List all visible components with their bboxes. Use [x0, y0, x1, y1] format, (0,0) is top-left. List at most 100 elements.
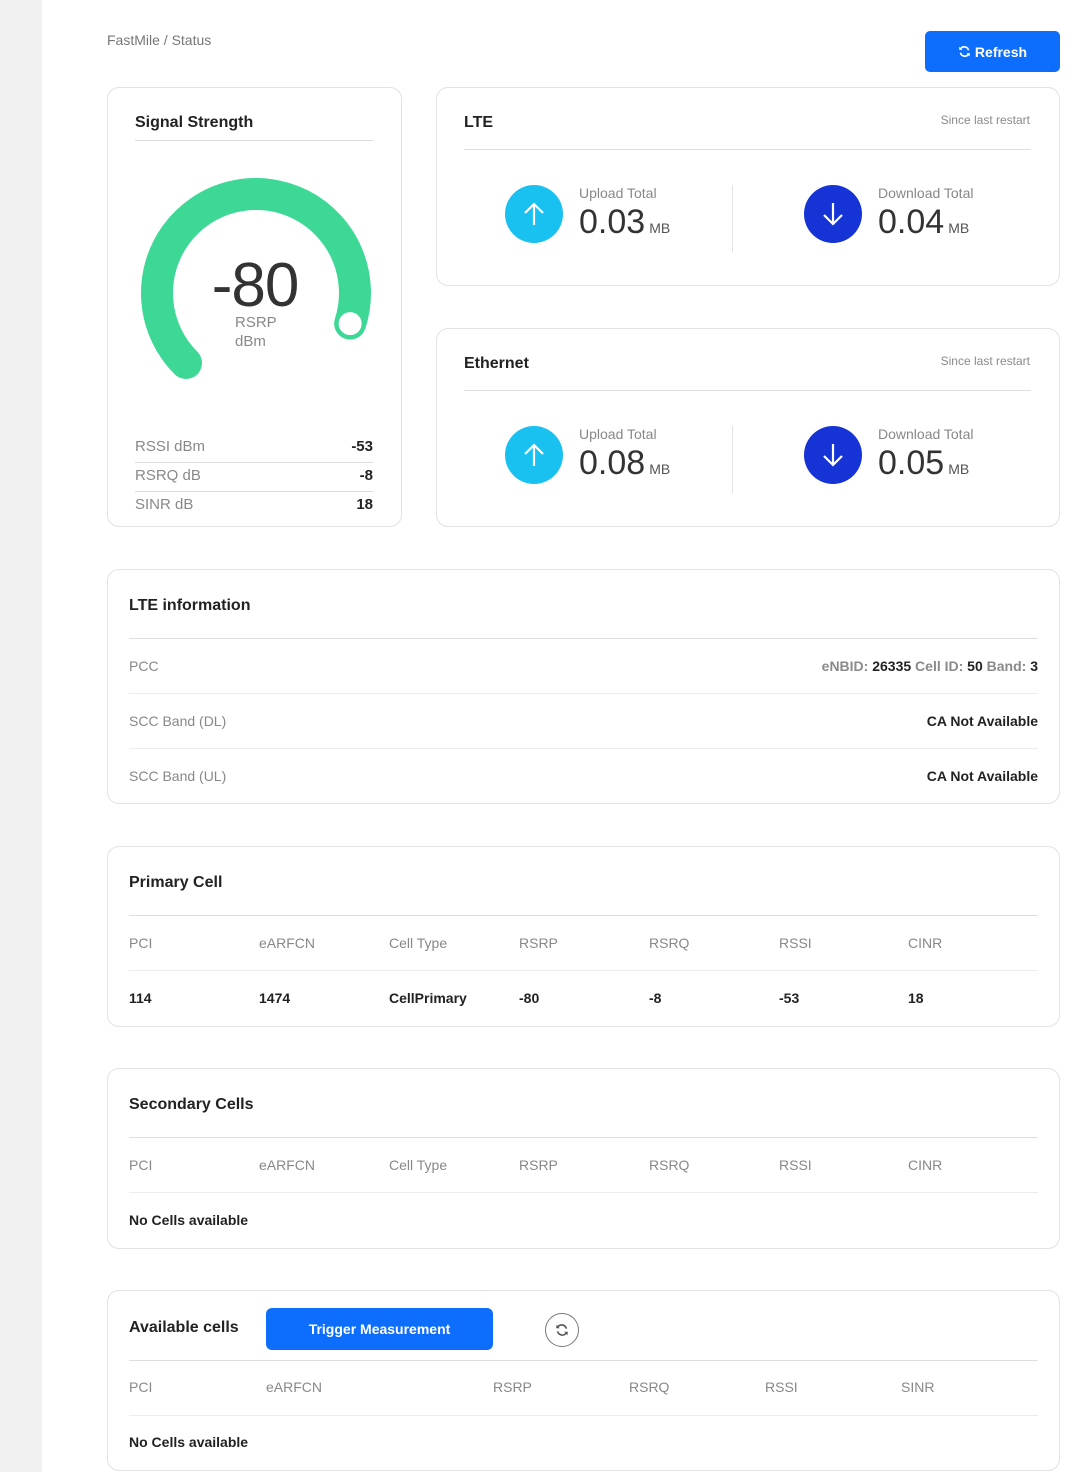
rsrp-label: RSRP	[235, 314, 277, 331]
scc-dl-row: SCC Band (DL) CA Not Available	[129, 694, 1038, 749]
lte-download-total: Download Total 0.04 MB	[804, 185, 1080, 255]
ethernet-download-total: Download Total 0.05 MB	[804, 426, 1080, 496]
cell-type: CellPrimary	[389, 990, 467, 1006]
available-cells-title: Available cells	[129, 1319, 239, 1336]
lte-upload-number: 0.03	[579, 203, 646, 241]
pcc-cellid-value: 50	[967, 658, 983, 674]
refresh-icon	[556, 1324, 568, 1336]
scc-ul-row: SCC Band (UL) CA Not Available	[129, 749, 1038, 804]
secondary-cells-title: Secondary Cells	[129, 1096, 254, 1113]
cell-pci: 114	[129, 990, 152, 1006]
sinr-label: SINR dB	[135, 496, 194, 513]
col-header-pci: PCI	[129, 1379, 153, 1395]
ethernet-traffic-title: Ethernet	[464, 355, 529, 372]
scc-dl-value: CA Not Available	[926, 713, 1038, 729]
col-header-rssi: RSSI	[765, 1379, 798, 1395]
col-header-rsrq: RSRQ	[629, 1379, 670, 1395]
ethernet-download-label: Download Total	[878, 426, 974, 442]
col-header-rsrp: RSRP	[493, 1379, 532, 1395]
pcc-band-label: Band:	[986, 658, 1027, 674]
upload-arrow-icon	[505, 426, 563, 484]
trigger-measurement-button[interactable]: Trigger Measurement	[266, 1308, 493, 1350]
scc-dl-label: SCC Band (DL)	[129, 713, 227, 729]
col-header-rssi: RSSI	[779, 1157, 812, 1173]
sinr-value: 18	[356, 496, 373, 513]
primary-cell-card: Primary Cell PCI eARFCN Cell Type RSRP R…	[107, 846, 1060, 1027]
cell-cinr: 18	[908, 990, 924, 1006]
signal-strength-divider	[135, 140, 373, 141]
ethernet-since-label: Since last restart	[940, 354, 1030, 368]
lte-upload-label: Upload Total	[579, 185, 657, 201]
lte-traffic-separator	[732, 185, 733, 252]
sinr-row: SINR dB 18	[135, 492, 373, 521]
signal-strength-title: Signal Strength	[135, 114, 254, 131]
rsrq-row: RSRQ dB -8	[135, 463, 373, 492]
available-cells-divider	[129, 1360, 1038, 1361]
lte-download-number: 0.04	[878, 203, 945, 241]
cell-rsrq: -8	[649, 990, 662, 1006]
pcc-enbid-label: eNBID:	[821, 658, 869, 674]
ethernet-upload-unit: MB	[649, 461, 671, 477]
secondary-cells-header-divider	[129, 1192, 1038, 1193]
breadcrumb: FastMile / Status	[107, 32, 212, 48]
lte-upload-value: 0.03 MB	[579, 203, 670, 242]
primary-cell-divider	[129, 915, 1038, 916]
primary-cell-header-divider	[129, 970, 1038, 971]
cell-earfcn: 1474	[259, 990, 291, 1006]
col-header-cinr: CINR	[908, 1157, 943, 1173]
secondary-cells-card: Secondary Cells PCI eARFCN Cell Type RSR…	[107, 1068, 1060, 1249]
ethernet-upload-label: Upload Total	[579, 426, 657, 442]
rssi-label: RSSI dBm	[135, 438, 206, 455]
upload-arrow-icon	[505, 185, 563, 243]
pcc-cellid-label: Cell ID:	[915, 658, 964, 674]
col-header-rsrp: RSRP	[519, 935, 558, 951]
ethernet-download-number: 0.05	[878, 444, 945, 482]
refresh-icon	[959, 46, 970, 57]
lte-since-label: Since last restart	[940, 113, 1030, 127]
pcc-row: PCC eNBID: 26335 Cell ID: 50 Band: 3	[129, 639, 1038, 694]
lte-upload-total: Upload Total 0.03 MB	[505, 185, 785, 255]
download-arrow-icon	[804, 426, 862, 484]
col-header-rssi: RSSI	[779, 935, 812, 951]
pcc-band-value: 3	[1030, 658, 1038, 674]
col-header-rsrq: RSRQ	[649, 935, 690, 951]
available-cells-header-divider	[129, 1415, 1038, 1416]
available-cells-card: Available cells Trigger Measurement PCI …	[107, 1290, 1060, 1471]
cell-rssi: -53	[779, 990, 800, 1006]
rsrp-unit: dBm	[235, 333, 266, 350]
ethernet-traffic-divider	[464, 390, 1031, 391]
sidebar	[0, 0, 42, 1472]
col-header-pci: PCI	[129, 1157, 153, 1173]
col-header-earfcn: eARFCN	[266, 1379, 323, 1395]
signal-strength-card: Signal Strength -80 RSRP dBm RSSI dBm -5…	[107, 87, 402, 527]
ethernet-traffic-separator	[732, 426, 733, 493]
secondary-cells-divider	[129, 1137, 1038, 1138]
primary-cell-title: Primary Cell	[129, 874, 223, 891]
ethernet-download-value: 0.05 MB	[878, 444, 969, 483]
ethernet-upload-value: 0.08 MB	[579, 444, 670, 483]
scc-ul-value: CA Not Available	[926, 768, 1038, 784]
col-header-earfcn: eARFCN	[259, 1157, 316, 1173]
refresh-button-label: Refresh	[974, 43, 1028, 60]
lte-information-title: LTE information	[129, 597, 251, 614]
ethernet-download-unit: MB	[948, 461, 970, 477]
cell-rsrp: -80	[519, 990, 540, 1006]
rsrp-value: -80	[211, 251, 300, 320]
col-header-cell-type: Cell Type	[389, 1157, 448, 1173]
lte-download-label: Download Total	[878, 185, 974, 201]
ethernet-traffic-card: Ethernet Since last restart Upload Total…	[436, 328, 1060, 527]
scc-ul-label: SCC Band (UL)	[129, 768, 227, 784]
rssi-row: RSSI dBm -53	[135, 434, 373, 463]
col-header-earfcn: eARFCN	[259, 935, 316, 951]
pcc-value: eNBID: 26335 Cell ID: 50 Band: 3	[822, 658, 1038, 674]
rssi-value: -53	[351, 438, 373, 455]
rsrq-value: -8	[359, 467, 373, 484]
col-header-pci: PCI	[129, 935, 153, 951]
col-header-cell-type: Cell Type	[389, 935, 448, 951]
refresh-button[interactable]: Refresh	[925, 31, 1060, 72]
available-cells-empty-message: No Cells available	[129, 1434, 249, 1450]
col-header-rsrq: RSRQ	[649, 1157, 690, 1173]
lte-download-unit: MB	[948, 220, 970, 236]
lte-traffic-divider	[464, 149, 1031, 150]
available-cells-refresh-button[interactable]	[545, 1313, 579, 1347]
